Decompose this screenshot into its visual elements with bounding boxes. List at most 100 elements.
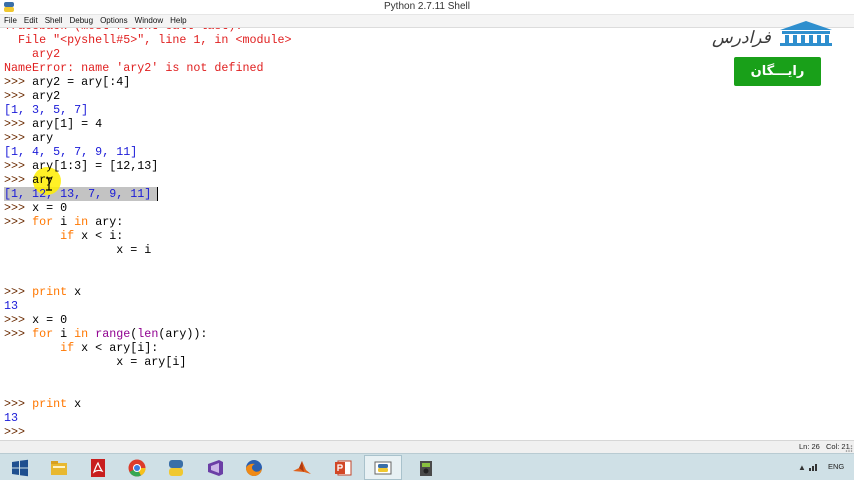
code-line: x = i <box>4 243 151 257</box>
code-token: ary2 <box>32 89 61 103</box>
shell-prompt: >>> <box>4 173 33 187</box>
code-token: (ary)): <box>158 327 208 341</box>
shell-prompt: >>> <box>4 201 33 215</box>
menu-debug[interactable]: Debug <box>69 15 93 27</box>
taskbar-python[interactable] <box>157 455 195 480</box>
taskbar-matlab[interactable] <box>283 455 321 480</box>
building-icon <box>780 21 832 46</box>
shell-prompt: >>> <box>4 397 33 411</box>
code-token: ary2 <box>4 47 61 61</box>
code-line: File "<pyshell#5>", line 1, in <module> <box>4 33 292 47</box>
start-button[interactable] <box>1 455 39 480</box>
code-line: x = ary[i] <box>4 355 186 369</box>
code-line: >>> for i in range(len(ary)): <box>4 327 207 341</box>
code-line: ary2 <box>4 47 60 61</box>
taskbar-file-explorer[interactable] <box>40 455 78 480</box>
taskbar-visual-studio[interactable] <box>196 455 234 480</box>
code-token: ary[1] = 4 <box>32 117 103 131</box>
code-token: i <box>53 327 75 341</box>
python-idle-icon <box>374 461 392 474</box>
taskbar: ▲ ENG <box>0 453 854 480</box>
menu-window[interactable]: Window <box>135 15 163 27</box>
code-line: if x < i: <box>4 229 123 243</box>
visual-studio-icon <box>208 459 223 476</box>
code-token: 13 <box>4 299 19 313</box>
code-line: >>> print x <box>4 397 81 411</box>
tray-expand-icon[interactable]: ▲ <box>798 463 806 472</box>
shell-prompt: >>> <box>4 159 33 173</box>
text-caret <box>157 187 158 201</box>
code-line: >>> print x <box>4 285 81 299</box>
taskbar-acrobat[interactable] <box>79 455 117 480</box>
camera-app-icon <box>420 460 432 476</box>
code-token: 13 <box>4 411 19 425</box>
acrobat-icon <box>91 458 105 477</box>
code-token: NameError: name 'ary2' is not defined <box>4 61 264 75</box>
status-bar: Ln: 26 Col: 21 <box>0 440 854 453</box>
code-line: >>> ary <box>4 173 53 187</box>
resize-grip-icon[interactable] <box>845 444 853 452</box>
file-explorer-icon <box>51 460 67 475</box>
code-token: print <box>32 397 68 411</box>
code-line: 13 <box>4 411 18 425</box>
code-token: ary[1:3] = [12,13] <box>32 159 159 173</box>
shell-prompt: >>> <box>4 285 33 299</box>
taskbar-camera-app[interactable] <box>407 455 445 480</box>
code-token: ary: <box>88 215 124 229</box>
shell-prompt: >>> <box>4 313 33 327</box>
code-token: x = i <box>4 243 152 257</box>
python-icon <box>169 459 183 476</box>
code-token: ary <box>32 131 54 145</box>
code-token: [1, 3, 5, 7] <box>4 103 89 117</box>
shell-prompt: >>> <box>4 327 33 341</box>
code-line: [1, 4, 5, 7, 9, 11] <box>4 145 137 159</box>
code-line: >>> ary2 = ary[:4] <box>4 75 130 89</box>
code-token: x < i: <box>74 229 124 243</box>
start-icon <box>12 459 28 476</box>
shell-prompt: >>> <box>4 215 33 229</box>
free-badge: رایـــگان <box>734 57 821 86</box>
menu-edit[interactable]: Edit <box>24 15 38 27</box>
code-line: NameError: name 'ary2' is not defined <box>4 61 264 75</box>
code-line: >>> ary <box>4 131 53 145</box>
code-line: >>> ary2 <box>4 89 60 103</box>
language-indicator[interactable]: ENG <box>828 462 844 471</box>
title-bar: Python 2.7.11 Shell <box>0 0 854 15</box>
code-token: len <box>137 327 159 341</box>
network-icon[interactable] <box>809 461 819 471</box>
code-line: >>> x = 0 <box>4 313 67 327</box>
code-token: x = 0 <box>32 201 68 215</box>
code-token: x = ary[i] <box>4 355 187 369</box>
code-line: [1, 3, 5, 7] <box>4 103 88 117</box>
shell-prompt: >>> <box>4 117 33 131</box>
window-title: Python 2.7.11 Shell <box>384 1 470 12</box>
code-token: x <box>67 397 82 411</box>
code-token: for <box>32 327 54 341</box>
line-number: Ln: 26 <box>799 442 820 451</box>
code-line: 13 <box>4 299 18 313</box>
code-token: [1, 4, 5, 7, 9, 11] <box>4 145 138 159</box>
code-line: >>> x = 0 <box>4 201 67 215</box>
taskbar-powerpoint[interactable] <box>324 455 362 480</box>
menu-file[interactable]: File <box>4 15 17 27</box>
faradars-logo: فرادرس <box>712 20 834 52</box>
code-line: >>> for i in ary: <box>4 215 123 229</box>
code-token: print <box>32 285 68 299</box>
code-token: if <box>60 229 75 243</box>
taskbar-firefox[interactable] <box>235 455 273 480</box>
code-token: in <box>74 327 89 341</box>
menu-help[interactable]: Help <box>170 15 186 27</box>
shell-editor[interactable]: Traceback (most recent call last): File … <box>0 28 854 440</box>
code-token: i <box>53 215 75 229</box>
code-line: >>> <box>4 425 32 439</box>
menu-options[interactable]: Options <box>100 15 128 27</box>
code-token: [1, 12, 13, 7, 9, 11] <box>4 187 152 201</box>
menu-shell[interactable]: Shell <box>45 15 63 27</box>
taskbar-python-idle[interactable] <box>364 455 402 480</box>
code-line: >>> ary[1:3] = [12,13] <box>4 159 158 173</box>
code-token: x <box>67 285 82 299</box>
taskbar-chrome[interactable] <box>118 455 156 480</box>
code-token: File "<pyshell#5>", line 1, in <module> <box>4 33 292 47</box>
